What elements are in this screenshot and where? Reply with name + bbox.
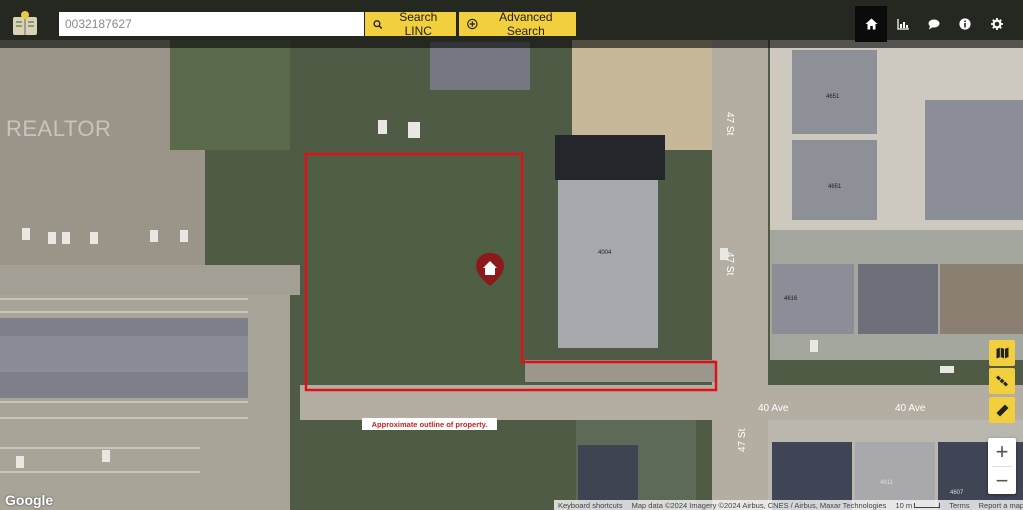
- address-label: 4611: [880, 480, 894, 486]
- google-logo: Google: [5, 492, 54, 508]
- attribution-bar: Keyboard shortcuts Map data ©2024 Imager…: [554, 500, 1023, 510]
- home-icon: [865, 18, 877, 30]
- search-input[interactable]: [59, 12, 364, 36]
- search-linc-label: Search LINC: [399, 10, 438, 38]
- street-label-47-st-north: 47 St: [724, 112, 735, 136]
- zoom-control: + −: [988, 438, 1016, 494]
- zoom-out-button[interactable]: −: [988, 467, 1016, 495]
- map-book-icon[interactable]: [10, 9, 40, 39]
- outline-note: Approximate outline of property.: [362, 418, 497, 430]
- nav-settings[interactable]: [981, 6, 1013, 42]
- search-icon: [373, 19, 383, 29]
- address-label: 4004: [598, 250, 612, 256]
- townhouse-4616c: [940, 264, 1023, 334]
- scale-label: 10 m: [895, 500, 913, 510]
- advanced-search-button[interactable]: Advanced Search: [459, 10, 576, 38]
- search-linc-button[interactable]: Search LINC: [365, 10, 456, 38]
- plus-circle-icon: [467, 18, 478, 30]
- map-icon: [996, 347, 1008, 359]
- comment-icon: [928, 19, 940, 29]
- satellite-map[interactable]: 47 St 47 St 47 St 40 Ave 40 Ave 4651 465…: [0, 0, 1023, 510]
- top-toolbar: Search LINC Advanced Search: [0, 0, 1023, 48]
- zoom-in-button[interactable]: +: [988, 438, 1016, 466]
- report-error-link[interactable]: Report a map error: [979, 501, 1023, 510]
- realtor-watermark: REALTOR: [6, 116, 112, 141]
- info-icon: [959, 18, 971, 30]
- scale-indicator[interactable]: 10 m: [895, 500, 941, 510]
- address-label: 4607: [950, 490, 964, 496]
- address-label: 4651: [826, 94, 840, 100]
- address-label: 4651: [828, 184, 842, 190]
- building-west-roofline: [0, 336, 248, 372]
- nav-comments[interactable]: [918, 6, 950, 42]
- chart-icon: [897, 18, 909, 30]
- nav-info[interactable]: [949, 6, 981, 42]
- map-type-button[interactable]: [989, 340, 1015, 366]
- terms-link[interactable]: Terms: [949, 501, 969, 510]
- townhouse-ne: [925, 100, 1023, 220]
- street-label-40-ave-east: 40 Ave: [895, 403, 926, 414]
- street-label-47-st-mid: 47 St: [724, 252, 735, 276]
- townhouse-4616b: [858, 264, 938, 334]
- road-west: [0, 265, 300, 295]
- keyboard-shortcuts-link[interactable]: Keyboard shortcuts: [558, 501, 623, 510]
- driveway: [525, 360, 715, 382]
- street-label-47-st-south: 47 St: [737, 428, 748, 452]
- scale-bar: [914, 502, 941, 508]
- lot-north: [430, 42, 530, 90]
- sand-lot: [572, 40, 712, 150]
- measure-button[interactable]: [989, 397, 1015, 423]
- ruler-icon: [995, 403, 1009, 417]
- map-data-text: Map data ©2024 Imagery ©2024 Airbus, CNE…: [631, 500, 887, 510]
- townhouse-n2: [792, 140, 877, 220]
- satellite-icon: [996, 375, 1008, 387]
- satellite-button[interactable]: [989, 368, 1015, 394]
- grass-nw: [170, 40, 290, 150]
- street-label-40-ave-west: 40 Ave: [758, 403, 789, 414]
- building-4004-shadow: [555, 135, 665, 180]
- address-label: 4616: [784, 296, 798, 302]
- gear-icon: [991, 18, 1003, 30]
- nav-chart[interactable]: [887, 6, 919, 42]
- townhouse-n1: [792, 50, 877, 134]
- advanced-search-label: Advanced Search: [499, 10, 553, 38]
- building-4004: [558, 178, 658, 348]
- nav-home[interactable]: [855, 6, 887, 42]
